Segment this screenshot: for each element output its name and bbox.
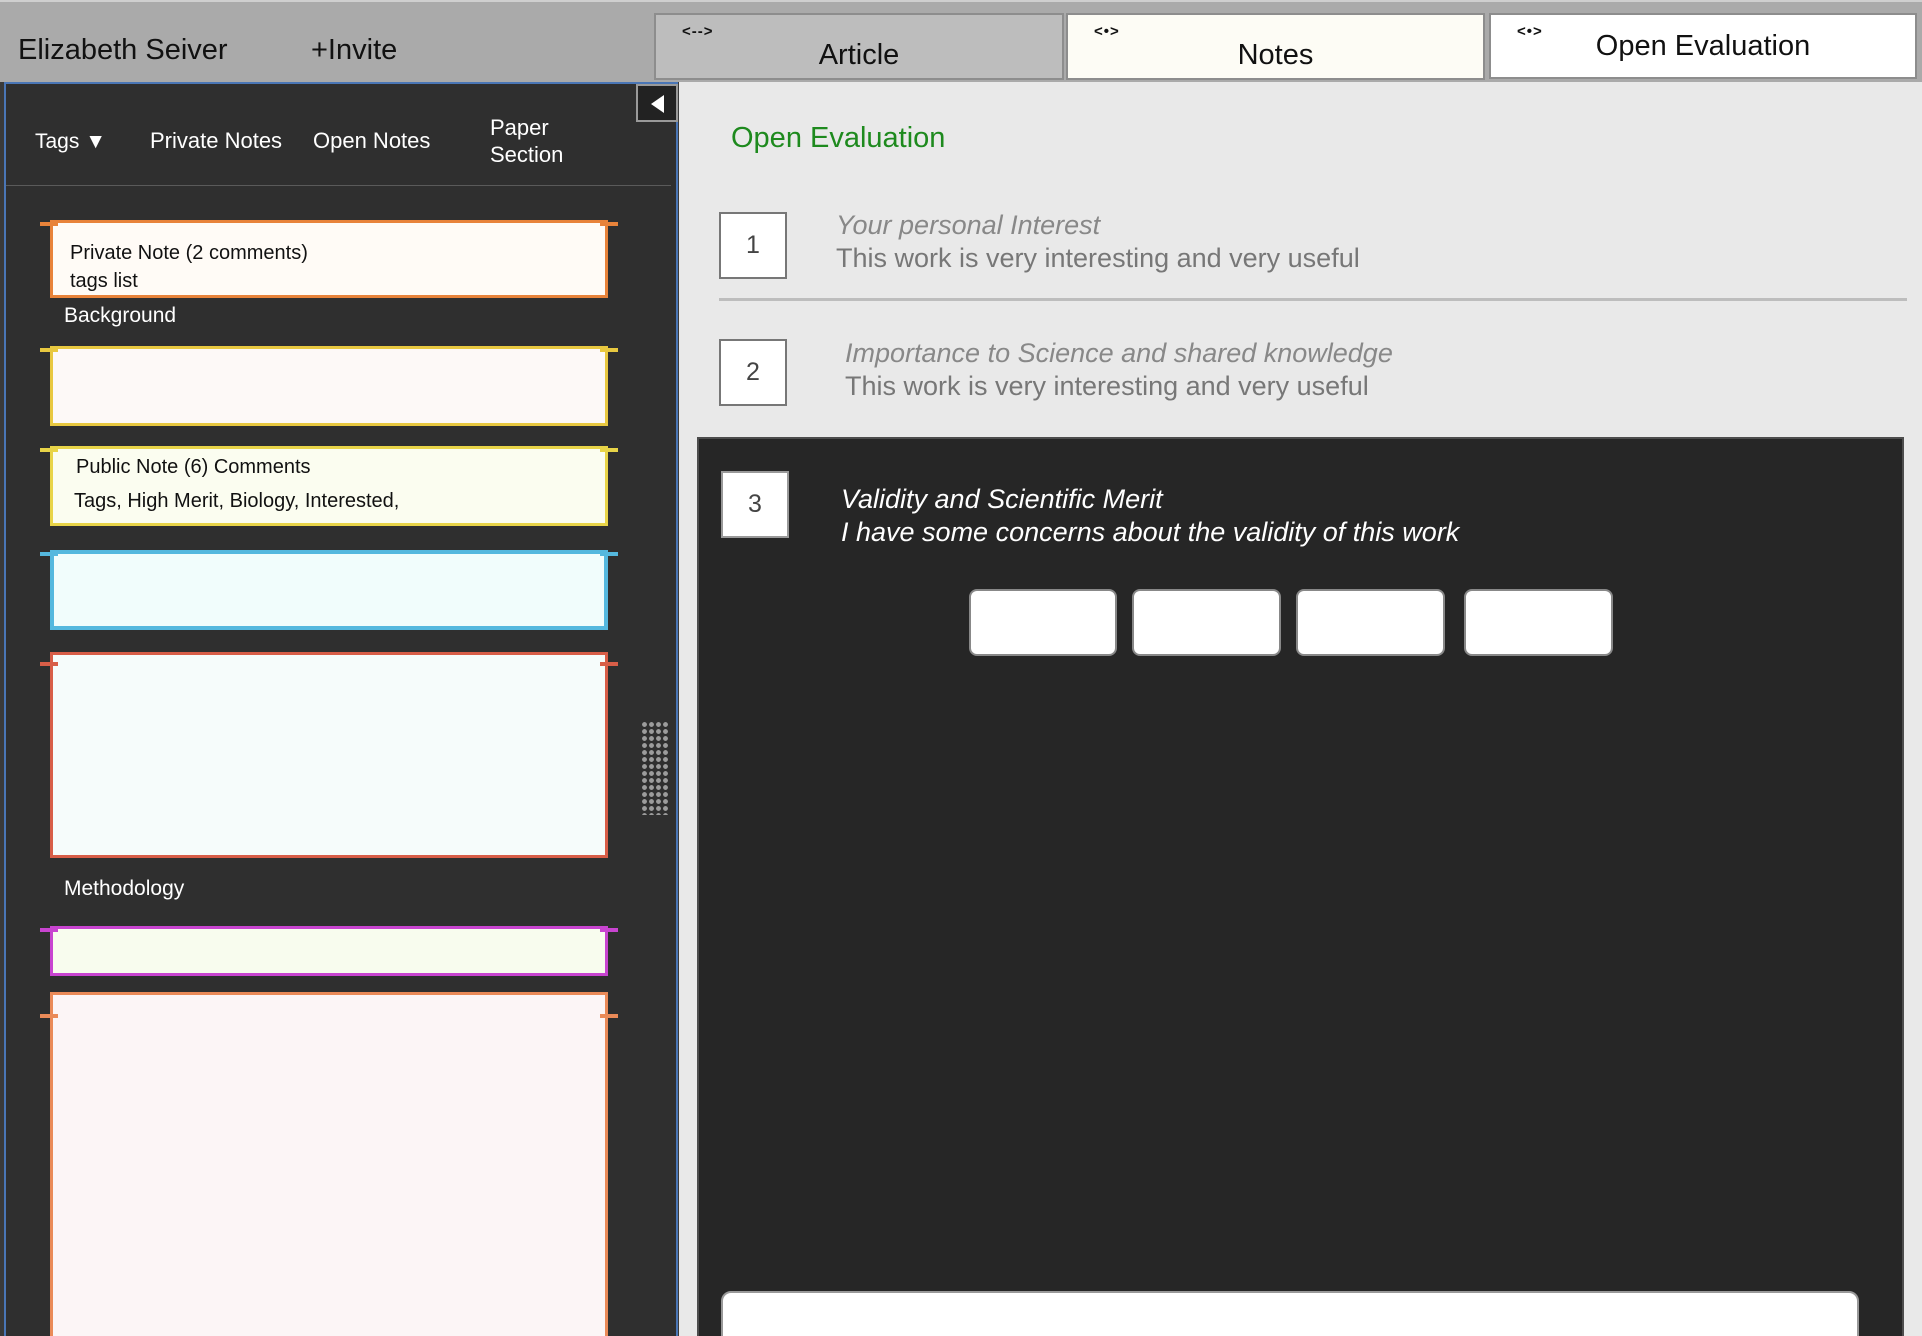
note-card[interactable] [40,550,618,630]
note-corner-tab [40,348,58,352]
evaluation-panel: Open Evaluation 1 Your personal Interest… [679,82,1922,1336]
tab-label: Notes [1237,39,1314,71]
note-corner-tab [40,552,58,556]
resize-grip-handle[interactable] [641,721,669,815]
rating-option-button[interactable] [1296,589,1445,656]
note-corner-tab [40,662,58,666]
tab-label: Open Evaluation [1595,30,1811,62]
question-answer-1: This work is very interesting and very u… [836,243,1360,273]
question-title-2: Importance to Science and shared knowled… [845,338,1393,368]
note-corner-tab [40,448,58,452]
note-title: Private Note (2 comments) [70,242,308,264]
note-corner-tab [600,222,618,226]
note-corner-tab [40,1014,58,1018]
evaluation-title: Open Evaluation [731,122,946,154]
tab-label: Article [818,39,900,71]
note-corner-tab [40,222,58,226]
invite-button[interactable]: +Invite [311,34,397,67]
tags-filter-dropdown[interactable]: Tags ▼ [35,128,106,155]
note-card[interactable]: Private Note (2 comments) tags list [40,220,618,298]
tab-open-evaluation[interactable]: <•> Open Evaluation [1489,13,1917,79]
collapse-sidebar-button[interactable] [636,84,678,122]
question-number-2[interactable]: 2 [719,339,787,406]
note-corner-tab [600,1014,618,1018]
collapse-arrows-icon: <•> [1094,23,1120,40]
note-corner-tab [600,662,618,666]
note-corner-tab [600,928,618,932]
active-question-card: 3 Validity and Scientific Merit I have s… [697,437,1904,1336]
question-title-1: Your personal Interest [836,210,1101,240]
question-number-3[interactable]: 3 [721,471,789,538]
note-body [50,550,608,630]
note-card[interactable] [40,992,618,1336]
note-corner-tab [600,448,618,452]
top-bar: Elizabeth Seiver +Invite <--> Article <•… [0,0,1922,82]
rating-option-button[interactable] [1132,589,1281,656]
note-body [50,346,608,426]
rating-option-button[interactable] [1464,589,1613,656]
rating-option-button[interactable] [969,589,1117,656]
section-label-methodology: Methodology [64,877,185,900]
paper-section-label-line1: Paper [490,115,549,140]
note-card[interactable] [40,652,618,858]
question-number-1[interactable]: 1 [719,212,787,279]
note-body [50,992,608,1336]
notes-sidebar: Tags ▼ Private Notes Open Notes Paper Se… [4,82,678,1336]
question-title-3: Validity and Scientific Merit [841,484,1163,514]
note-corner-tab [40,928,58,932]
note-card[interactable] [40,346,618,426]
tab-notes[interactable]: <•> Notes [1066,13,1485,80]
note-tags: tags list [70,270,138,292]
filter-bar: Tags ▼ Private Notes Open Notes Paper Se… [6,84,671,186]
note-tags: Tags, High Merit, Biology, Interested, [74,490,400,512]
private-notes-filter[interactable]: Private Notes [150,127,282,154]
open-notes-filter[interactable]: Open Notes [313,127,430,154]
question-answer-2: This work is very interesting and very u… [845,371,1369,401]
paper-section-label-line2: Section [490,142,564,167]
section-label-background: Background [64,304,177,327]
question-divider [719,298,1907,301]
user-name: Elizabeth Seiver [18,34,228,66]
note-corner-tab [600,552,618,556]
question-answer-3: I have some concerns about the validity … [841,517,1460,547]
note-card[interactable] [40,926,618,976]
note-card[interactable]: Public Note (6) Comments Tags, High Meri… [40,446,618,526]
note-body [50,926,608,976]
note-body [50,652,608,858]
note-corner-tab [600,348,618,352]
paper-section-filter[interactable]: Paper Section [490,114,563,168]
evaluation-comment-input[interactable] [721,1291,1859,1336]
tab-article[interactable]: <--> Article [654,13,1064,80]
note-title: Public Note (6) Comments [76,456,311,478]
expand-arrows-icon: <--> [682,23,714,40]
